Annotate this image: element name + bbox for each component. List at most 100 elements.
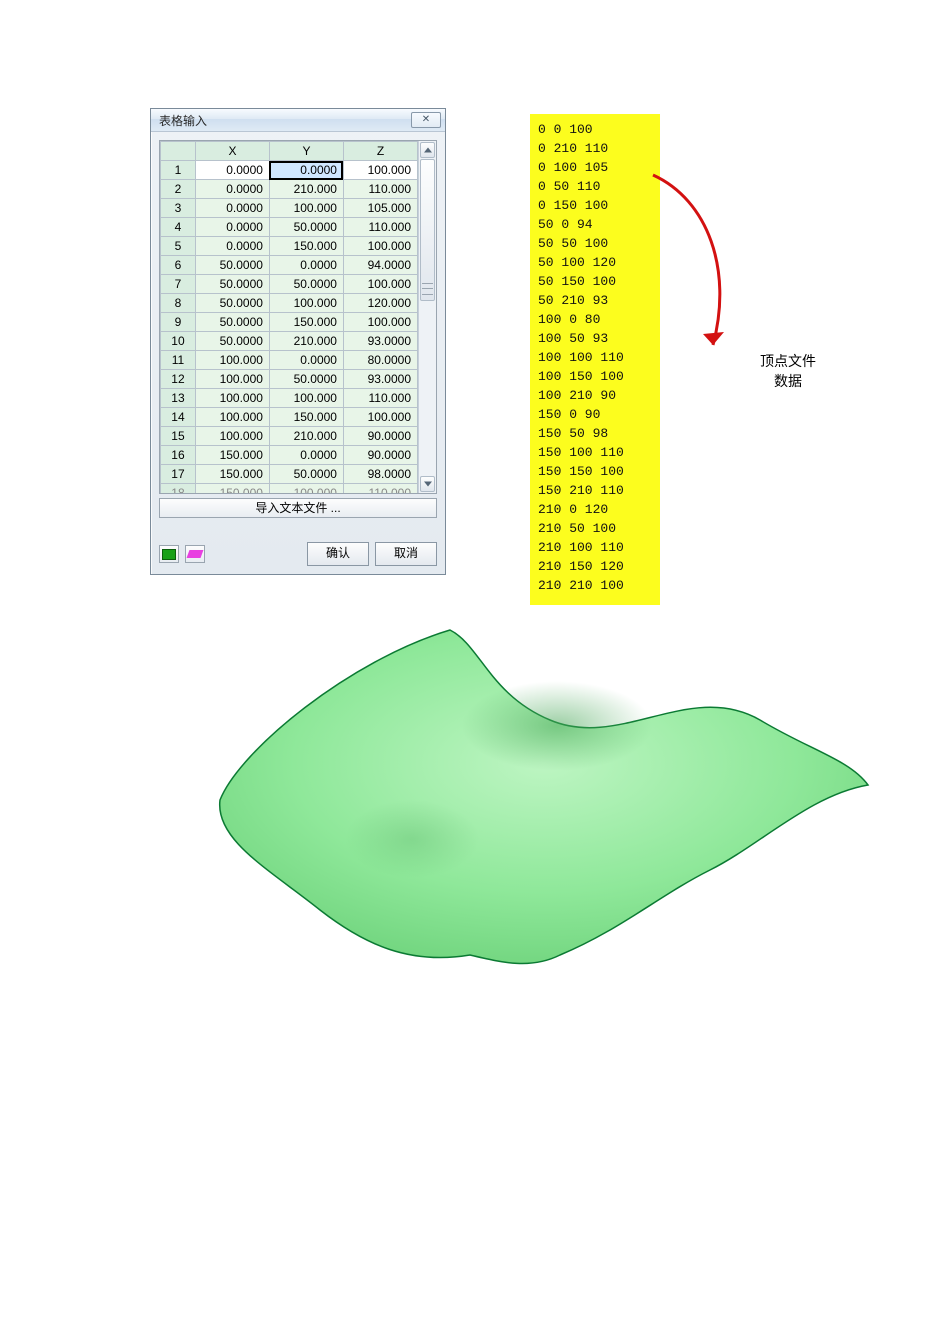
table-row[interactable]: 14100.000150.000100.000 xyxy=(161,408,418,427)
cell-z[interactable]: 110.000 xyxy=(343,180,417,199)
row-number[interactable]: 6 xyxy=(161,256,196,275)
table-row[interactable]: 50.0000150.000100.000 xyxy=(161,237,418,256)
cell-z[interactable]: 94.0000 xyxy=(343,256,417,275)
table-row[interactable]: 10.00000.0000100.000 xyxy=(161,161,418,180)
table-row[interactable]: 20.0000210.000110.000 xyxy=(161,180,418,199)
cell-z[interactable]: 100.000 xyxy=(343,313,417,332)
table-row[interactable]: 12100.00050.000093.0000 xyxy=(161,370,418,389)
cell-y[interactable]: 50.0000 xyxy=(269,370,343,389)
cell-x[interactable]: 0.0000 xyxy=(195,218,269,237)
table-row[interactable]: 950.0000150.000100.000 xyxy=(161,313,418,332)
scroll-down-button[interactable] xyxy=(420,476,435,492)
cancel-button[interactable]: 取消 xyxy=(375,542,437,566)
scroll-thumb[interactable] xyxy=(420,159,435,301)
cell-z[interactable]: 98.0000 xyxy=(343,465,417,484)
cell-y[interactable]: 150.000 xyxy=(269,237,343,256)
table-row[interactable]: 650.00000.000094.0000 xyxy=(161,256,418,275)
cell-y[interactable]: 150.000 xyxy=(269,408,343,427)
cell-z[interactable]: 105.000 xyxy=(343,199,417,218)
cell-x[interactable]: 150.000 xyxy=(195,446,269,465)
table-row[interactable]: 16150.0000.000090.0000 xyxy=(161,446,418,465)
cell-x[interactable]: 100.000 xyxy=(195,408,269,427)
cell-y[interactable]: 50.0000 xyxy=(269,465,343,484)
row-number[interactable]: 18 xyxy=(161,484,196,494)
column-header-z[interactable]: Z xyxy=(343,142,417,161)
cell-z[interactable]: 100.000 xyxy=(343,408,417,427)
cell-y[interactable]: 150.000 xyxy=(269,313,343,332)
close-button[interactable]: ✕ xyxy=(411,112,441,128)
row-number[interactable]: 1 xyxy=(161,161,196,180)
row-number[interactable]: 5 xyxy=(161,237,196,256)
table-row[interactable]: 30.0000100.000105.000 xyxy=(161,199,418,218)
ok-button[interactable]: 确认 xyxy=(307,542,369,566)
row-number[interactable]: 7 xyxy=(161,275,196,294)
cell-z[interactable]: 93.0000 xyxy=(343,370,417,389)
cell-z[interactable]: 80.0000 xyxy=(343,351,417,370)
scroll-up-button[interactable] xyxy=(420,142,435,158)
cell-y[interactable]: 210.000 xyxy=(269,332,343,351)
cell-x[interactable]: 50.0000 xyxy=(195,256,269,275)
row-number[interactable]: 4 xyxy=(161,218,196,237)
cell-z[interactable]: 100.000 xyxy=(343,237,417,256)
cell-z[interactable]: 93.0000 xyxy=(343,332,417,351)
cell-x[interactable]: 50.0000 xyxy=(195,294,269,313)
cell-y[interactable]: 0.0000 xyxy=(269,161,343,180)
column-header-x[interactable]: X xyxy=(195,142,269,161)
cell-y[interactable]: 0.0000 xyxy=(269,446,343,465)
cell-y[interactable]: 100.000 xyxy=(269,294,343,313)
cell-z[interactable]: 110.000 xyxy=(343,218,417,237)
cell-x[interactable]: 100.000 xyxy=(195,389,269,408)
cell-x[interactable]: 150.000 xyxy=(195,465,269,484)
row-number[interactable]: 13 xyxy=(161,389,196,408)
cell-z[interactable]: 100.000 xyxy=(343,161,417,180)
cell-y[interactable]: 100.000 xyxy=(269,199,343,218)
row-number[interactable]: 8 xyxy=(161,294,196,313)
row-number[interactable]: 9 xyxy=(161,313,196,332)
row-number[interactable]: 16 xyxy=(161,446,196,465)
row-number[interactable]: 12 xyxy=(161,370,196,389)
cell-z[interactable]: 90.0000 xyxy=(343,427,417,446)
clear-icon[interactable] xyxy=(185,545,205,563)
cell-x[interactable]: 100.000 xyxy=(195,427,269,446)
table-row[interactable]: 18150.000100.000110.000 xyxy=(161,484,418,494)
vertex-grid-scroll[interactable]: X Y Z 10.00000.0000100.00020.0000210.000… xyxy=(160,141,418,493)
import-text-file-button[interactable]: 导入文本文件 ... xyxy=(159,498,437,518)
table-row[interactable]: 17150.00050.000098.0000 xyxy=(161,465,418,484)
row-number[interactable]: 11 xyxy=(161,351,196,370)
cell-x[interactable]: 0.0000 xyxy=(195,199,269,218)
table-row[interactable]: 15100.000210.00090.0000 xyxy=(161,427,418,446)
cell-y[interactable]: 100.000 xyxy=(269,389,343,408)
table-row[interactable]: 850.0000100.000120.000 xyxy=(161,294,418,313)
table-row[interactable]: 11100.0000.000080.0000 xyxy=(161,351,418,370)
cell-y[interactable]: 210.000 xyxy=(269,180,343,199)
table-row[interactable]: 1050.0000210.00093.0000 xyxy=(161,332,418,351)
column-header-y[interactable]: Y xyxy=(269,142,343,161)
row-number[interactable]: 14 xyxy=(161,408,196,427)
cell-x[interactable]: 0.0000 xyxy=(195,180,269,199)
cell-y[interactable]: 0.0000 xyxy=(269,351,343,370)
cell-y[interactable]: 0.0000 xyxy=(269,256,343,275)
cell-x[interactable]: 50.0000 xyxy=(195,313,269,332)
cell-z[interactable]: 90.0000 xyxy=(343,446,417,465)
table-row[interactable]: 40.000050.0000110.000 xyxy=(161,218,418,237)
grid-scrollbar[interactable] xyxy=(418,141,436,493)
cell-x[interactable]: 100.000 xyxy=(195,351,269,370)
cell-x[interactable]: 150.000 xyxy=(195,484,269,494)
cell-x[interactable]: 50.0000 xyxy=(195,332,269,351)
row-number[interactable]: 2 xyxy=(161,180,196,199)
row-number[interactable]: 17 xyxy=(161,465,196,484)
cell-z[interactable]: 110.000 xyxy=(343,389,417,408)
cell-y[interactable]: 100.000 xyxy=(269,484,343,494)
cell-y[interactable]: 210.000 xyxy=(269,427,343,446)
vertex-grid[interactable]: X Y Z 10.00000.0000100.00020.0000210.000… xyxy=(160,141,418,493)
cell-z[interactable]: 110.000 xyxy=(343,484,417,494)
row-number[interactable]: 15 xyxy=(161,427,196,446)
grid-corner[interactable] xyxy=(161,142,196,161)
cell-z[interactable]: 100.000 xyxy=(343,275,417,294)
table-row[interactable]: 13100.000100.000110.000 xyxy=(161,389,418,408)
cell-x[interactable]: 0.0000 xyxy=(195,161,269,180)
row-number[interactable]: 10 xyxy=(161,332,196,351)
cell-x[interactable]: 100.000 xyxy=(195,370,269,389)
table-row[interactable]: 750.000050.0000100.000 xyxy=(161,275,418,294)
cell-x[interactable]: 50.0000 xyxy=(195,275,269,294)
